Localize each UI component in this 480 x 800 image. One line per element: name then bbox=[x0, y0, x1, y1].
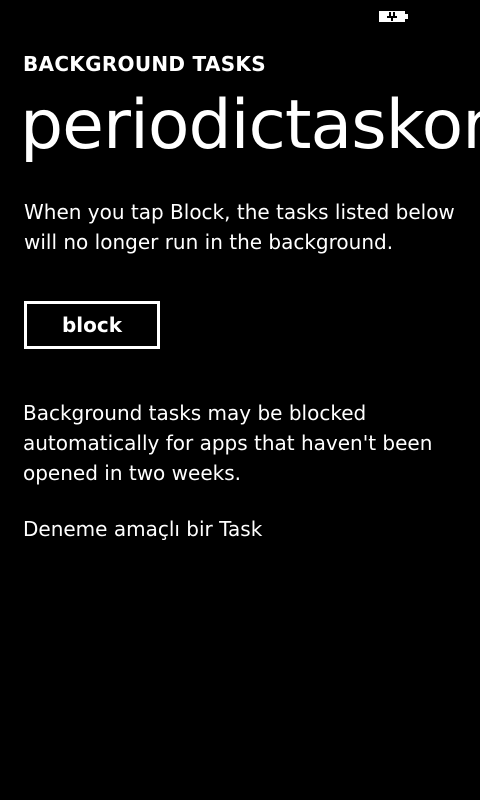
task-list: Deneme amaçlı bir Task bbox=[23, 514, 262, 544]
task-item: Deneme amaçlı bir Task bbox=[23, 517, 263, 541]
note-text: Background tasks may be blocked automati… bbox=[23, 401, 433, 485]
app-title: BACKGROUND TASKS bbox=[23, 52, 266, 76]
page-title-container: periodictaskorn bbox=[0, 84, 480, 174]
intro-text: When you tap Block, the tasks listed bel… bbox=[24, 200, 455, 254]
battery-charging-icon bbox=[379, 11, 408, 22]
block-button[interactable]: block bbox=[24, 301, 160, 349]
status-bar bbox=[0, 0, 480, 32]
page-title: periodictaskorn bbox=[20, 86, 480, 165]
